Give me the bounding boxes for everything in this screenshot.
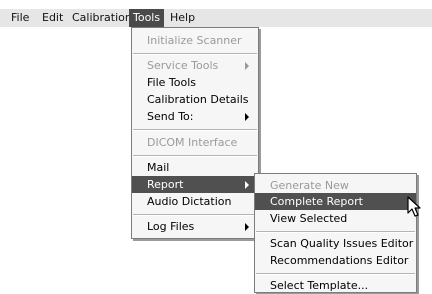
menu-item-service-tools[interactable]: Service Tools [132, 57, 258, 74]
menu-separator [133, 129, 257, 131]
menu-item-file-tools[interactable]: File Tools [132, 74, 258, 91]
menu-item-view-selected[interactable]: View Selected [255, 210, 416, 227]
menu-item-label: Log Files [147, 220, 195, 233]
menu-item-audio-dictation[interactable]: Audio Dictation [132, 193, 258, 210]
menu-item-scan-quality-issues-editor[interactable]: Scan Quality Issues Editor [255, 235, 416, 252]
menu-item-select-template[interactable]: Select Template... [255, 277, 416, 294]
menu-item-dicom-interface[interactable]: DICOM Interface [132, 134, 258, 151]
tools-menu: Initialize Scanner Service Tools File To… [131, 27, 259, 239]
mouse-pointer-icon [407, 196, 421, 217]
menu-item-initialize-scanner[interactable]: Initialize Scanner [132, 32, 258, 49]
menu-item-send-to[interactable]: Send To: [132, 108, 258, 125]
menu-item-mail[interactable]: Mail [132, 159, 258, 176]
menu-file[interactable]: File [7, 9, 33, 27]
menu-separator [256, 231, 415, 233]
menu-separator [133, 53, 257, 55]
menu-item-calibration-details[interactable]: Calibration Details [132, 91, 258, 108]
menu-edit[interactable]: Edit [38, 9, 67, 27]
menu-item-complete-report[interactable]: Complete Report [255, 193, 416, 210]
submenu-arrow-icon [245, 223, 249, 231]
menu-item-recommendations-editor[interactable]: Recommendations Editor [255, 252, 416, 269]
menu-separator [133, 214, 257, 216]
submenu-arrow-icon [245, 181, 249, 189]
menu-separator [256, 273, 415, 275]
menu-item-generate-new[interactable]: Generate New [255, 177, 416, 194]
menu-item-label: Send To: [147, 110, 194, 123]
menu-item-label: Service Tools [147, 59, 219, 72]
menu-help[interactable]: Help [166, 9, 199, 27]
menu-item-log-files[interactable]: Log Files [132, 218, 258, 235]
menu-item-report[interactable]: Report [132, 176, 258, 193]
menu-item-label: Report [147, 178, 184, 191]
menu-tools[interactable]: Tools [129, 9, 165, 27]
submenu-arrow-icon [245, 113, 249, 121]
menu-bar: File Edit Calibration Tools Help [0, 9, 432, 27]
submenu-arrow-icon [245, 62, 249, 70]
menu-separator [133, 155, 257, 157]
menu-calibration[interactable]: Calibration [68, 9, 136, 27]
report-submenu: Generate New Complete Report View Select… [254, 173, 417, 293]
